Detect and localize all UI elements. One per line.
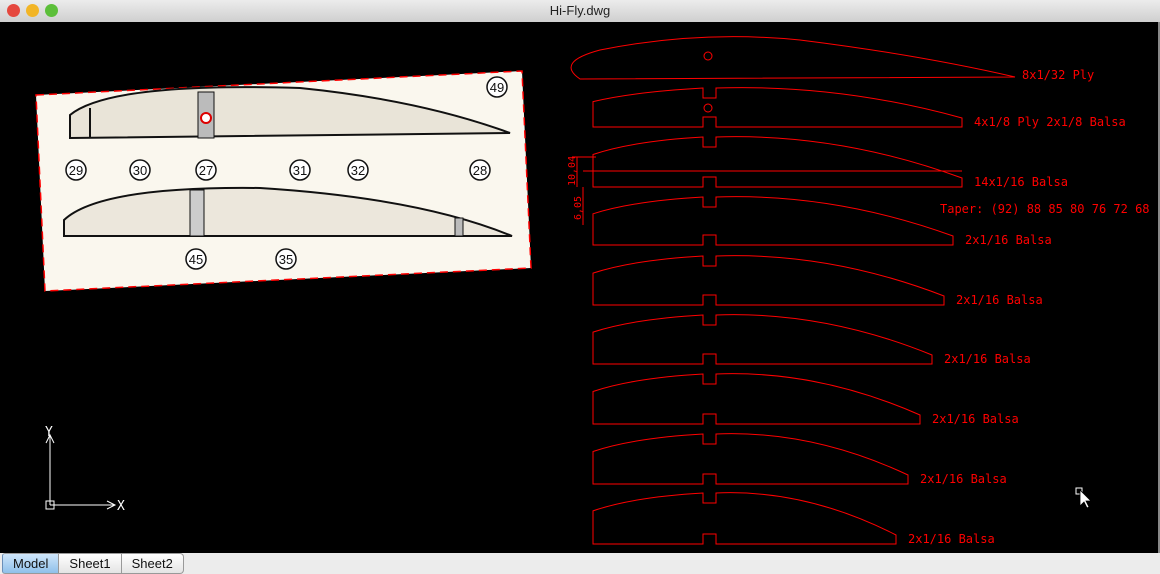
tab-sheet1[interactable]: Sheet1 (59, 553, 122, 574)
callout-number: 32 (351, 163, 365, 178)
tab-sheet2[interactable]: Sheet2 (121, 553, 184, 574)
wing-rib[interactable] (592, 87, 963, 128)
part-label: 2x1/16 Balsa (956, 293, 1043, 307)
minimize-button[interactable] (26, 4, 39, 17)
dimension-text: 10,04 (567, 156, 578, 186)
callout-number: 31 (293, 163, 307, 178)
callout-number: 30 (133, 163, 147, 178)
layout-tabs: Model Sheet1 Sheet2 (0, 553, 1160, 574)
close-button[interactable] (7, 4, 20, 17)
part-label: Taper: (92) 88 85 80 76 72 68 (940, 202, 1150, 216)
callout-number: 45 (189, 252, 203, 267)
wing-rib[interactable] (592, 314, 933, 365)
hole (703, 51, 713, 61)
wing-rib[interactable] (592, 196, 954, 246)
part-label: 2x1/16 Balsa (965, 233, 1052, 247)
part-label: 8x1/32 Ply (1022, 68, 1094, 82)
part-label: 2x1/16 Balsa (944, 352, 1031, 366)
wing-rib[interactable] (592, 136, 963, 188)
callout-number: 35 (279, 252, 293, 267)
callout-number: 29 (69, 163, 83, 178)
wing-rib[interactable] (592, 492, 897, 545)
ucs-x-label: X (117, 499, 125, 514)
drawing[interactable]: 29 30 27 31 32 28 49 45 35 8x1/32 Ply 4x1/8 Ply 2… (0, 22, 1158, 553)
hole (703, 103, 713, 113)
wing-rib[interactable] (592, 255, 945, 306)
wing-rib[interactable] (592, 373, 921, 425)
cursor-icon (1075, 487, 1092, 509)
wing-rib[interactable] (592, 433, 909, 485)
top-plate[interactable] (570, 36, 1016, 80)
part-label: 2x1/16 Balsa (908, 532, 995, 546)
ucs-icon: Y X (45, 425, 125, 514)
callout-number: 28 (473, 163, 487, 178)
part-label: 14x1/16 Balsa (974, 175, 1068, 189)
part-label: 4x1/8 Ply 2x1/8 Balsa (974, 115, 1126, 129)
dimension-text: 6,05 (573, 196, 584, 220)
zoom-button[interactable] (45, 4, 58, 17)
part-label: 2x1/16 Balsa (920, 472, 1007, 486)
title-bar: Hi-Fly.dwg (0, 0, 1160, 23)
callout-number: 49 (490, 80, 504, 95)
ucs-y-label: Y (45, 425, 53, 440)
callout-number: 27 (199, 163, 213, 178)
drawing-canvas[interactable]: 29 30 27 31 32 28 49 45 35 8x1/32 Ply 4x1/8 Ply 2… (0, 22, 1158, 553)
tab-model[interactable]: Model (2, 553, 60, 574)
part-label: 2x1/16 Balsa (932, 412, 1019, 426)
window-title: Hi-Fly.dwg (549, 3, 611, 18)
scanned-image: 29 30 27 31 32 28 49 45 35 (35, 70, 532, 292)
